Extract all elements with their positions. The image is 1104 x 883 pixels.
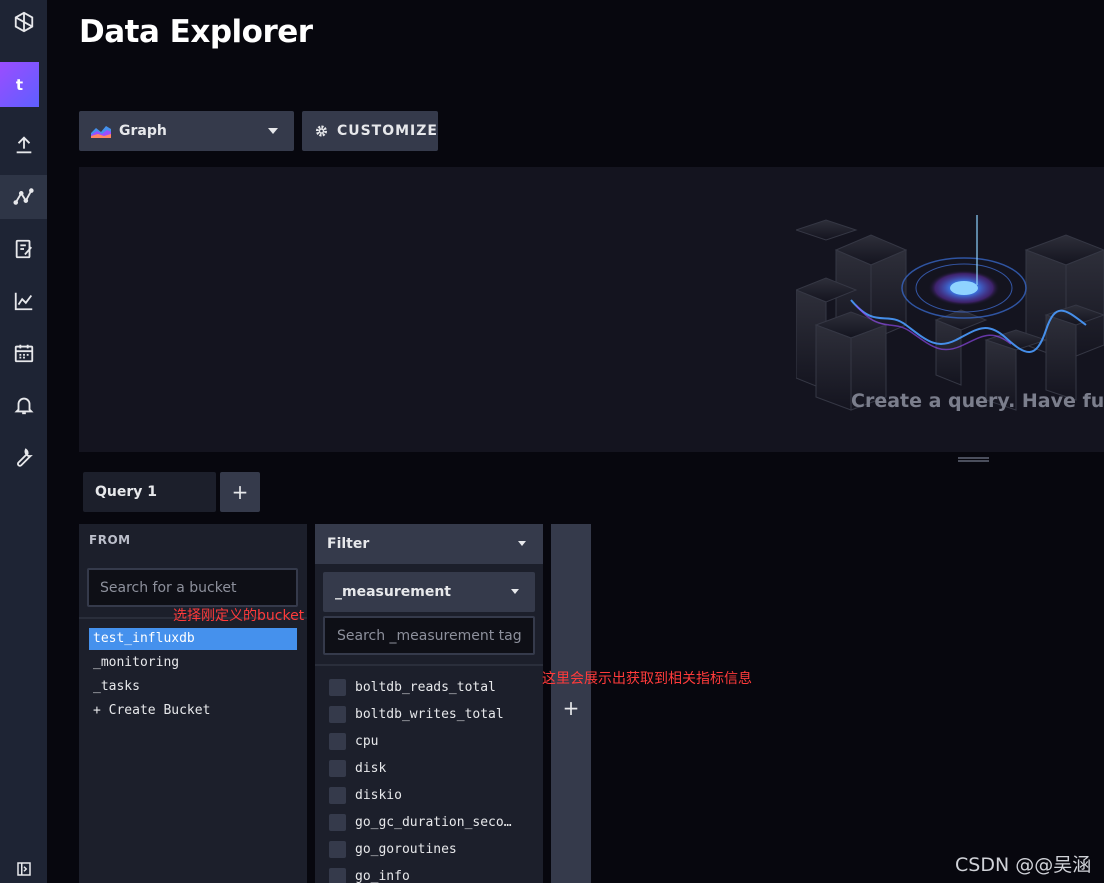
chevron-down-icon: [268, 128, 278, 134]
from-label: FROM: [89, 533, 131, 547]
checkbox[interactable]: [329, 841, 346, 858]
tag-value-item[interactable]: cpu: [329, 728, 539, 755]
page-title: Data Explorer: [79, 14, 313, 50]
graph-type-label: Graph: [119, 123, 167, 139]
plus-icon: +: [562, 696, 580, 720]
dashboard-chart-icon[interactable]: [0, 279, 47, 323]
divider: [315, 664, 543, 666]
query-tab-label: Query 1: [95, 484, 158, 500]
add-filter-button[interactable]: +: [551, 524, 591, 883]
graph-type-dropdown[interactable]: Graph: [79, 111, 294, 151]
notebook-icon[interactable]: [0, 227, 47, 271]
resize-handle[interactable]: [958, 457, 989, 462]
left-nav: t: [0, 0, 47, 883]
logo-icon[interactable]: [0, 0, 47, 44]
tag-value-label: boltdb_reads_total: [355, 680, 496, 695]
tag-value-item[interactable]: go_info: [329, 863, 539, 883]
checkbox[interactable]: [329, 814, 346, 831]
upload-icon[interactable]: [0, 123, 47, 167]
checkbox[interactable]: [329, 733, 346, 750]
tag-value-label: go_goroutines: [355, 842, 457, 857]
tag-value-label: go_info: [355, 869, 410, 883]
filter-header-label: Filter: [327, 536, 370, 552]
data-explorer-icon[interactable]: [0, 175, 47, 219]
add-query-button[interactable]: +: [220, 472, 260, 512]
checkbox[interactable]: [329, 760, 346, 777]
tag-value-item[interactable]: boltdb_reads_total: [329, 674, 539, 701]
calendar-icon[interactable]: [0, 331, 47, 375]
tag-value-item[interactable]: disk: [329, 755, 539, 782]
filter-function-dropdown[interactable]: Filter: [315, 524, 543, 564]
checkbox[interactable]: [329, 868, 346, 883]
tag-value-item[interactable]: boltdb_writes_total: [329, 701, 539, 728]
bucket-item-test-influxdb[interactable]: test_influxdb: [89, 628, 297, 650]
checkbox[interactable]: [329, 706, 346, 723]
tag-value-item[interactable]: diskio: [329, 782, 539, 809]
annotation-metric-note: 这里会展示出获取到相关指标信息: [542, 671, 752, 687]
tag-value-list: boltdb_reads_total boltdb_writes_total c…: [329, 674, 539, 883]
query-tab[interactable]: Query 1: [83, 472, 216, 512]
collapse-icon[interactable]: [0, 855, 47, 883]
customize-button[interactable]: CUSTOMIZE: [302, 111, 438, 151]
wrench-icon[interactable]: [0, 435, 47, 479]
tag-value-label: disk: [355, 761, 387, 776]
tag-value-item[interactable]: go_goroutines: [329, 836, 539, 863]
tag-key-dropdown[interactable]: _measurement: [323, 572, 535, 612]
empty-graph-illustration: [796, 215, 1104, 411]
from-panel: FROM test_influxdb _monitoring _tasks + …: [79, 524, 307, 883]
tag-key-label: _measurement: [335, 584, 451, 600]
watermark: CSDN @@吴涵: [955, 854, 1092, 876]
tag-value-label: cpu: [355, 734, 379, 749]
graph-type-icon: [91, 126, 111, 138]
tag-value-label: diskio: [355, 788, 402, 803]
tag-value-label: boltdb_writes_total: [355, 707, 504, 722]
checkbox[interactable]: [329, 787, 346, 804]
bucket-search-input[interactable]: [87, 568, 298, 607]
annotation-bucket-note: 选择刚定义的bucket: [173, 608, 305, 624]
bucket-list: test_influxdb _monitoring _tasks + Creat…: [89, 628, 297, 724]
checkbox[interactable]: [329, 679, 346, 696]
filter-panel: Filter _measurement boltdb_reads_total b…: [315, 524, 543, 883]
chevron-down-icon: [518, 541, 526, 546]
tag-value-label: go_gc_duration_seco…: [355, 815, 512, 830]
bucket-item-tasks[interactable]: _tasks: [89, 676, 297, 700]
bucket-item-monitoring[interactable]: _monitoring: [89, 652, 297, 676]
customize-label: CUSTOMIZE: [336, 123, 438, 139]
tag-search-input[interactable]: [323, 616, 535, 655]
empty-graph-message: Create a query. Have fun!: [851, 390, 1104, 412]
tag-value-item[interactable]: go_gc_duration_seco…: [329, 809, 539, 836]
create-bucket-button[interactable]: + Create Bucket: [89, 700, 297, 724]
org-avatar[interactable]: t: [0, 62, 39, 107]
chevron-down-icon: [511, 589, 519, 594]
gear-icon: [315, 125, 328, 137]
bell-icon[interactable]: [0, 383, 47, 427]
